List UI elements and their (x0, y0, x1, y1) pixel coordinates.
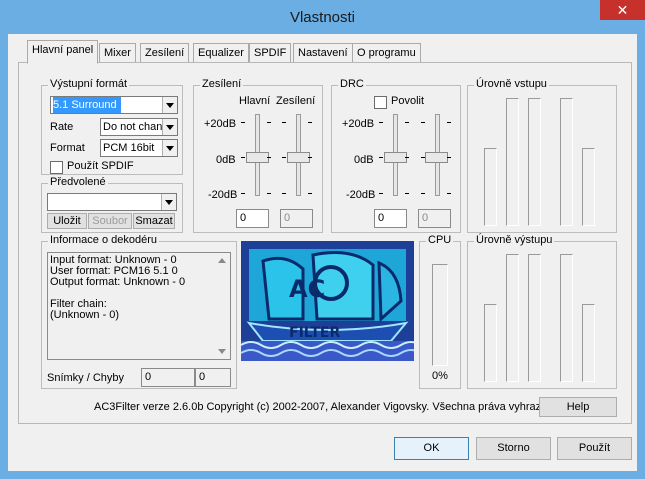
cpu-group: CPU 0% (419, 234, 461, 389)
drc-scale-bottom: -20dB (346, 189, 376, 201)
preset-select[interactable] (47, 193, 177, 211)
output-meter-2 (506, 254, 519, 382)
title-bar[interactable]: Vlastnosti ✕ (0, 0, 645, 34)
format-label: Format (50, 142, 85, 154)
decoder-info-group: Informace o dekodéru Input format: Unkno… (41, 234, 237, 389)
gain-scale-mid: 0dB (216, 154, 236, 166)
input-meter-1 (484, 148, 497, 226)
drc-level-slider-thumb[interactable] (425, 152, 448, 163)
input-meter-5 (582, 148, 595, 226)
tab-gain[interactable]: Zesílení (140, 43, 190, 62)
decoder-info-label: Informace o dekodéru (48, 234, 160, 246)
tab-equalizer[interactable]: Equalizer (193, 43, 249, 62)
output-format-select[interactable]: 5.1 Surround (50, 96, 178, 114)
logo-text-ac: AC (289, 275, 325, 303)
drc-group-label: DRC (338, 78, 366, 90)
ok-button[interactable]: OK (394, 437, 469, 460)
gain-scale-top: +20dB (204, 118, 237, 130)
tab-about[interactable]: O programu (352, 43, 421, 62)
file-preset-button[interactable]: Soubor (88, 213, 132, 229)
rate-label: Rate (50, 121, 74, 133)
tab-mixer[interactable]: Mixer (99, 43, 136, 62)
gain-label: Zesílení (276, 95, 316, 107)
use-spdif-checkbox[interactable] (50, 161, 63, 174)
tab-main-panel[interactable]: Hlavní panel (27, 40, 99, 64)
drc-scale-mid: 0dB (354, 154, 374, 166)
logo-text-filter: FILTER (289, 325, 340, 341)
gain-slider-thumb[interactable] (287, 152, 310, 163)
drc-level-input: 0 (418, 209, 451, 228)
presets-group: Předvolené Uložit Soubor Smazat (41, 176, 183, 233)
drc-slider-thumb[interactable] (384, 152, 407, 163)
use-spdif-label: Použít SPDIF (67, 160, 134, 172)
tab-settings[interactable]: Nastavení (293, 43, 353, 62)
save-preset-button[interactable]: Uložit (47, 213, 87, 229)
drc-group: DRC Povolit +20dB 0dB -20dB 0 0 (331, 78, 461, 233)
output-format-group: Výstupní formát 5.1 Surround Rate Do not… (41, 78, 183, 175)
frames-errors-label: Snímky / Chyby (47, 372, 125, 384)
decoder-info-scrollbar[interactable] (214, 253, 230, 359)
cpu-label: CPU (426, 234, 454, 246)
drc-scale-top: +20dB (342, 118, 375, 130)
close-button[interactable]: ✕ (600, 0, 645, 20)
drc-input[interactable]: 0 (374, 209, 407, 228)
output-meter-5 (582, 304, 595, 382)
main-gain-label: Hlavní (239, 95, 271, 107)
chevron-down-icon[interactable] (161, 194, 176, 210)
output-meter-4 (560, 254, 573, 382)
output-levels-group: Úrovně výstupu (467, 234, 617, 389)
scroll-up-icon[interactable] (218, 258, 226, 263)
cancel-button[interactable]: Storno (476, 437, 551, 460)
cpu-value: 0% (432, 370, 448, 382)
tab-spdif[interactable]: SPDIF (249, 43, 292, 62)
chevron-down-icon[interactable] (162, 97, 177, 113)
input-meter-3 (528, 98, 541, 226)
output-format-label: Výstupní formát (48, 78, 130, 90)
presets-label: Předvolené (48, 176, 108, 188)
rate-select[interactable]: Do not chan (100, 118, 178, 136)
pcm-format-select[interactable]: PCM 16bit (100, 139, 178, 157)
gain-group-label: Zesílení (200, 78, 244, 90)
main-gain-slider-thumb[interactable] (246, 152, 269, 163)
gain-group: Zesílení Hlavní Zesílení +20dB 0dB -20dB… (193, 78, 323, 233)
gain-scale-bottom: -20dB (208, 189, 238, 201)
decoder-info-text[interactable]: Input format: Unknown - 0 User format: P… (47, 252, 231, 360)
drc-allow-label: Povolit (391, 95, 425, 107)
chevron-down-icon[interactable] (162, 140, 177, 156)
output-meter-1 (484, 304, 497, 382)
window-title: Vlastnosti (289, 9, 356, 26)
delete-preset-button[interactable]: Smazat (133, 213, 175, 229)
ac3filter-logo: AC FILTER (241, 241, 414, 361)
errors-field: 0 (195, 368, 231, 387)
input-levels-group: Úrovně vstupu (467, 78, 617, 233)
drc-allow-checkbox[interactable] (374, 96, 387, 109)
scroll-down-icon[interactable] (218, 349, 226, 354)
cpu-meter (432, 264, 448, 366)
output-levels-label: Úrovně výstupu (474, 234, 555, 246)
gain-input: 0 (280, 209, 313, 228)
copyright-text: AC3Filter verze 2.6.0b Copyright (c) 200… (94, 401, 563, 413)
frames-field: 0 (141, 368, 195, 387)
apply-button[interactable]: Použít (557, 437, 632, 460)
ac3filter-logo-image: AC FILTER (241, 241, 414, 361)
input-meter-4 (560, 98, 573, 226)
tab-panel: Výstupní formát 5.1 Surround Rate Do not… (18, 62, 632, 424)
help-button[interactable]: Help (539, 397, 617, 417)
input-levels-label: Úrovně vstupu (474, 78, 549, 90)
chevron-down-icon[interactable] (162, 119, 177, 135)
output-meter-3 (528, 254, 541, 382)
input-meter-2 (506, 98, 519, 226)
dialog-window: Vlastnosti ✕ Hlavní panel Mixer Zesílení… (0, 0, 645, 479)
main-gain-input[interactable]: 0 (236, 209, 269, 228)
